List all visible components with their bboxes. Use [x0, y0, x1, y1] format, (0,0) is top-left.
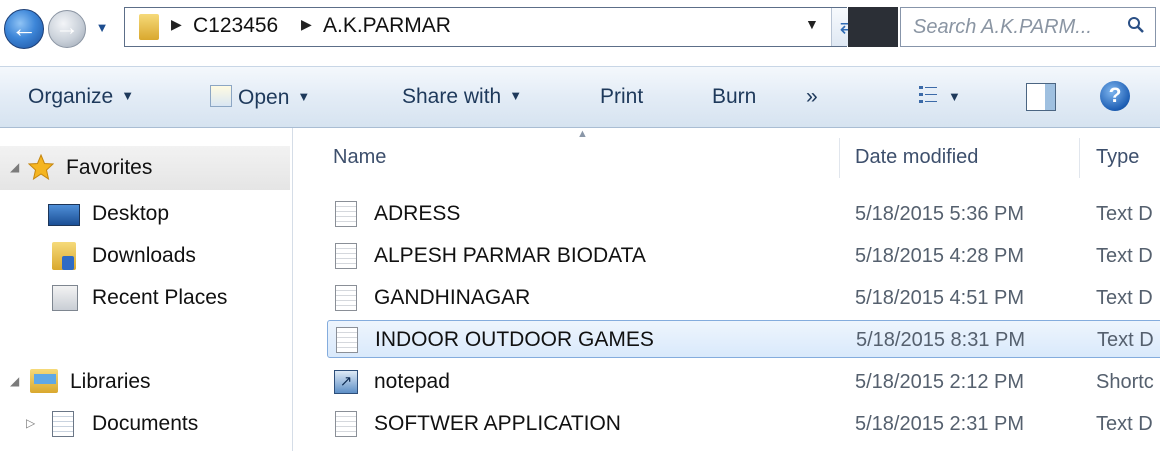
back-button[interactable]: ← — [4, 9, 44, 49]
desktop-icon — [48, 204, 80, 226]
nav-label: Recent Places — [92, 286, 228, 309]
nav-label: Favorites — [66, 156, 153, 179]
breadcrumb-c123456[interactable]: C123456 — [193, 14, 278, 38]
preview-pane-icon[interactable] — [1026, 83, 1056, 111]
breadcrumb-ak-parmar[interactable]: A.K.PARMAR — [323, 14, 451, 38]
notepad-icon — [210, 85, 232, 107]
text-file-icon — [335, 285, 357, 311]
command-bar: Organize ▼ Open ▼ Share with ▼ Print Burn »… — [0, 66, 1160, 128]
search-placeholder: Search A.K.PARM... — [913, 16, 1092, 38]
address-bar[interactable]: ▶ C123456 ▶ A.K.PARMAR ▼ ⇄ — [124, 7, 864, 47]
nav-label: Documents — [92, 412, 199, 435]
file-type: Text D — [1096, 245, 1153, 267]
recent-pages-dropdown[interactable]: ▼ — [90, 16, 114, 40]
sort-ascending-icon: ▲ — [577, 128, 588, 140]
file-row-selected[interactable]: INDOOR OUTDOOR GAMES 5/18/2015 8:31 PM T… — [327, 320, 1160, 358]
folder-icon — [139, 14, 159, 40]
more-commands-button[interactable]: » — [806, 85, 818, 109]
chevron-right-icon[interactable]: ▶ — [301, 16, 312, 33]
forward-button[interactable]: → — [48, 10, 86, 48]
nav-label: Downloads — [92, 244, 196, 267]
text-file-icon — [336, 327, 358, 353]
file-list: ▲ Name Date modified Type ADRESS 5/18/20… — [293, 128, 1160, 451]
file-row[interactable]: SOFTWER APPLICATION 5/18/2015 2:31 PM Te… — [327, 405, 1160, 443]
column-header-name[interactable]: Name — [333, 146, 386, 169]
file-type: Text D — [1096, 413, 1153, 435]
file-type: Text D — [1097, 329, 1154, 351]
search-icon[interactable] — [1127, 16, 1145, 34]
libraries-icon-accent — [34, 374, 56, 384]
share-with-label: Share with — [402, 85, 502, 108]
nav-desktop[interactable]: Desktop — [48, 196, 288, 230]
nav-documents[interactable]: ▷ Documents — [0, 406, 290, 440]
search-input[interactable]: Search A.K.PARM... — [900, 7, 1156, 47]
recent-places-icon — [52, 285, 78, 311]
download-arrow-icon — [62, 256, 74, 270]
column-header-type[interactable]: Type — [1096, 146, 1139, 169]
file-date: 5/18/2015 8:31 PM — [856, 329, 1026, 351]
address-divider — [848, 7, 898, 47]
view-dropdown-icon[interactable]: ▼ — [948, 89, 961, 104]
expanded-triangle-icon[interactable]: ◢ — [10, 160, 19, 174]
help-icon[interactable]: ? — [1100, 81, 1130, 111]
navigation-pane: ◢ Favorites Desktop Downloads Recent Pla… — [0, 128, 293, 451]
file-name: ALPESH PARMAR BIODATA — [374, 244, 646, 267]
open-button[interactable]: Open ▼ — [210, 85, 310, 110]
file-row[interactable]: ALPESH PARMAR BIODATA 5/18/2015 4:28 PM … — [327, 237, 1160, 275]
burn-button[interactable]: Burn — [712, 85, 756, 109]
organize-label: Organize — [28, 85, 114, 108]
column-header-date-modified[interactable]: Date modified — [855, 146, 978, 169]
file-name: GANDHINAGAR — [374, 286, 531, 309]
nav-libraries[interactable]: ◢ Libraries — [0, 364, 290, 398]
file-date: 5/18/2015 4:28 PM — [855, 245, 1025, 267]
file-row[interactable]: GANDHINAGAR 5/18/2015 4:51 PM Text D — [327, 279, 1160, 317]
print-button[interactable]: Print — [600, 85, 643, 109]
change-view-icon[interactable] — [918, 84, 938, 106]
text-file-icon — [335, 243, 357, 269]
nav-label: Libraries — [70, 370, 151, 393]
file-type: Shortc — [1096, 371, 1154, 393]
nav-downloads[interactable]: Downloads — [48, 238, 288, 272]
file-date: 5/18/2015 5:36 PM — [855, 203, 1025, 225]
file-name: INDOOR OUTDOOR GAMES — [375, 328, 654, 351]
file-name: notepad — [374, 370, 450, 393]
text-file-icon — [335, 201, 357, 227]
file-row[interactable]: ADRESS 5/18/2015 5:36 PM Text D — [327, 195, 1160, 233]
nav-favorites[interactable]: ◢ Favorites — [0, 146, 290, 190]
organize-button[interactable]: Organize ▼ — [28, 85, 134, 109]
expanded-triangle-icon[interactable]: ◢ — [10, 374, 19, 388]
share-with-button[interactable]: Share with ▼ — [402, 85, 522, 109]
file-type: Text D — [1096, 203, 1153, 225]
column-divider[interactable] — [839, 138, 840, 178]
nav-recent-places[interactable]: Recent Places — [48, 280, 288, 314]
chevron-right-icon[interactable]: ▶ — [171, 16, 182, 33]
nav-label: Desktop — [92, 202, 170, 225]
text-file-icon — [335, 411, 357, 437]
column-divider[interactable] — [1079, 138, 1080, 178]
documents-icon — [52, 411, 74, 437]
file-row[interactable]: ↗ notepad 5/18/2015 2:12 PM Shortc — [327, 363, 1160, 401]
shortcut-icon: ↗ — [334, 370, 358, 394]
file-name: ADRESS — [374, 202, 461, 225]
file-date: 5/18/2015 4:51 PM — [855, 287, 1025, 309]
address-dropdown-icon[interactable]: ▼ — [805, 16, 819, 32]
open-label: Open — [238, 86, 290, 109]
file-type: Text D — [1096, 287, 1153, 309]
collapsed-triangle-icon[interactable]: ▷ — [26, 416, 35, 430]
chevron-down-icon: ▼ — [297, 89, 311, 104]
star-icon — [28, 154, 54, 180]
file-date: 5/18/2015 2:12 PM — [855, 371, 1025, 393]
address-row: ← → ▼ ▶ C123456 ▶ A.K.PARMAR ▼ ⇄ Search … — [0, 0, 1160, 64]
chevron-down-icon: ▼ — [121, 88, 135, 103]
file-date: 5/18/2015 2:31 PM — [855, 413, 1025, 435]
file-name: SOFTWER APPLICATION — [374, 412, 621, 435]
chevron-down-icon: ▼ — [509, 88, 523, 103]
